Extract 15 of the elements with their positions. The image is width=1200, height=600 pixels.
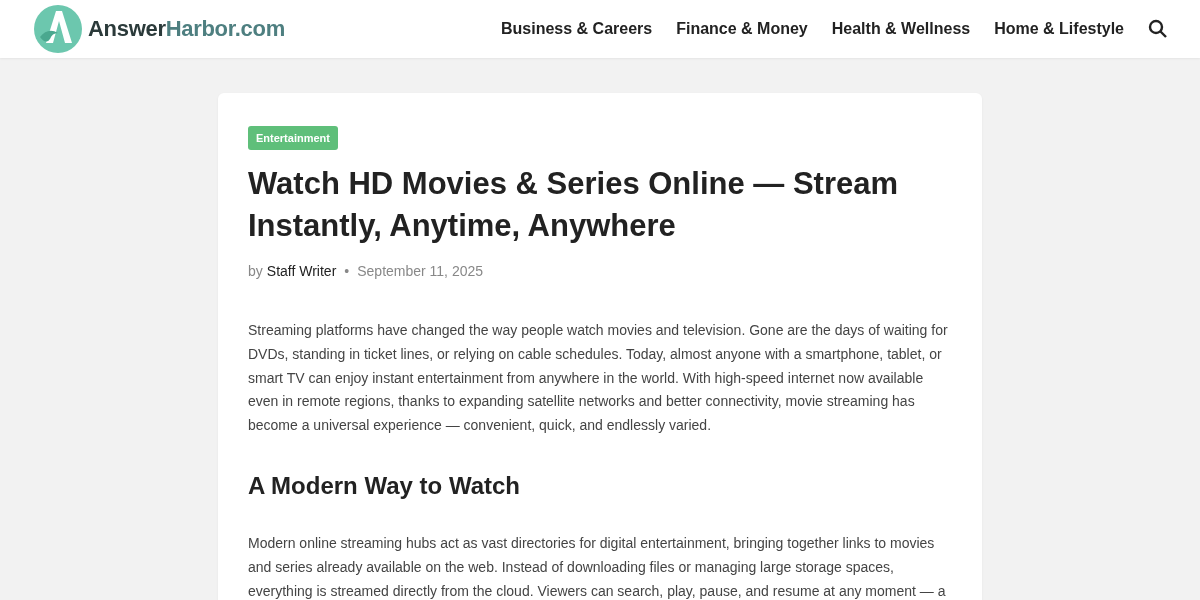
author-link[interactable]: Staff Writer (266, 263, 337, 279)
paragraph: Streaming platforms have changed the way people watch movies and television. Gone are the days of waiting for DVDs, standing in ticket lines, or relying on cable schedules. Today, almost anyone with a smartphone, tablet, or smart TV can enjoy instant entertainment from anywhere in the world. With high-speed internet now available even in remote regions, thanks to expanding satellite networks and better connectivity, movie streaming has become a universal experience — convenient, quick, and endlessly varied. (248, 321, 949, 436)
search-icon[interactable] (1148, 19, 1168, 39)
nav-link[interactable]: Finance & Money (676, 20, 808, 38)
site-logo[interactable]: AnswerHarbor.com (88, 16, 285, 42)
nav-link[interactable]: Business & Careers (501, 20, 653, 38)
paragraph: Modern online streaming hubs act as vast directories for digital entertainment, bringing together links to movies and series already available on the web. Instead of downloading files or managing large storage spaces, everything is streamed directly from the cloud. Viewers can search, play, pause, and resume at any moment — a (248, 534, 947, 600)
section-heading: A Modern Way to Watch (248, 472, 521, 500)
publish-date: September 11, 2025 (357, 263, 484, 279)
byline-separator: • (344, 263, 350, 279)
nav-link[interactable]: Health & Wellness (831, 20, 971, 38)
byline-prefix: by (248, 263, 263, 279)
article-title: Watch HD Movies & Series Online — Stream Instantly, Anytime, Anywhere (248, 165, 900, 245)
nav-link[interactable]: Home & Lifestyle (994, 20, 1124, 38)
logo-icon (32, 3, 84, 55)
